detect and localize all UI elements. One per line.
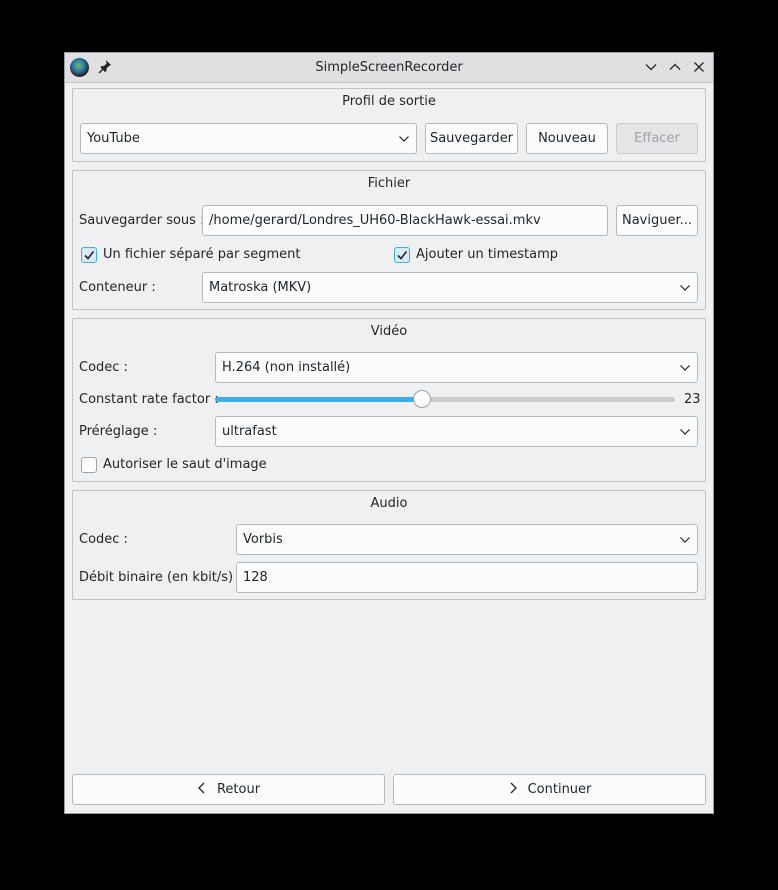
close-icon[interactable] <box>691 59 707 75</box>
back-button[interactable]: Retour <box>72 774 385 805</box>
separate-file-checkbox[interactable] <box>81 247 97 263</box>
timestamp-label: Ajouter un timestamp <box>416 247 559 262</box>
allow-frame-skip-label: Autoriser le saut d'image <box>103 457 267 472</box>
back-button-label: Retour <box>216 782 261 797</box>
video-codec-select[interactable]: H.264 (non installé) <box>215 352 698 383</box>
preset-select[interactable]: ultrafast <box>215 416 698 447</box>
audio-group: Audio Codec : Vorbis Débit binaire (en k… <box>72 490 706 600</box>
app-window: SimpleScreenRecorder Profil de sortie Yo… <box>64 52 714 814</box>
audio-codec-selected-value: Vorbis <box>243 532 283 547</box>
audio-title: Audio <box>370 496 408 511</box>
crf-slider-handle[interactable] <box>413 390 431 408</box>
profile-select[interactable]: YouTube <box>80 123 417 154</box>
timestamp-checkbox[interactable] <box>394 247 410 263</box>
chevron-down-icon <box>680 285 690 291</box>
checkmark-icon <box>84 251 95 260</box>
video-codec-label: Codec : <box>79 360 128 375</box>
crf-label: Constant rate factor : <box>79 392 219 407</box>
chevron-down-icon <box>680 429 690 435</box>
audio-codec-label: Codec : <box>79 532 128 547</box>
profile-selected-value: YouTube <box>87 131 140 146</box>
file-group: Fichier Sauvegarder sous : /home/gerard/… <box>72 170 706 310</box>
chevron-left-icon <box>198 782 205 794</box>
delete-profile-button[interactable]: Effacer <box>616 123 698 154</box>
crf-slider-fill <box>215 397 422 402</box>
chevron-down-icon <box>399 136 409 142</box>
preset-selected-value: ultrafast <box>222 424 277 439</box>
container-label: Conteneur : <box>79 280 156 295</box>
chevron-right-icon <box>510 782 517 794</box>
maximize-icon[interactable] <box>667 59 683 75</box>
video-group: Vidéo Codec : H.264 (non installé) Const… <box>72 318 706 482</box>
output-profile-group: Profil de sortie YouTube Sauvegarder Nou… <box>72 88 706 162</box>
separate-file-label: Un fichier séparé par segment <box>103 247 301 262</box>
window-title: SimpleScreenRecorder <box>315 60 463 75</box>
audio-codec-select[interactable]: Vorbis <box>236 524 698 555</box>
crf-value: 23 <box>684 392 701 407</box>
new-profile-button[interactable]: Nouveau <box>526 123 608 154</box>
continue-button-label: Continuer <box>527 782 592 797</box>
continue-button[interactable]: Continuer <box>393 774 706 805</box>
minimize-icon[interactable] <box>643 59 659 75</box>
container-select[interactable]: Matroska (MKV) <box>202 272 698 303</box>
allow-frame-skip-checkbox[interactable] <box>81 457 97 473</box>
title-bar[interactable]: SimpleScreenRecorder <box>65 53 713 83</box>
crf-slider[interactable] <box>215 389 675 409</box>
container-selected-value: Matroska (MKV) <box>209 280 312 295</box>
preset-label: Préréglage : <box>79 424 158 439</box>
output-profile-title: Profil de sortie <box>342 94 436 109</box>
chevron-down-icon <box>680 365 690 371</box>
save-profile-button[interactable]: Sauvegarder <box>425 123 518 154</box>
save-path-input[interactable]: /home/gerard/Londres_UH60-BlackHawk-essa… <box>202 205 608 236</box>
bitrate-label: Débit binaire (en kbit/s) : <box>79 570 242 585</box>
save-as-label: Sauvegarder sous : <box>79 213 205 228</box>
browse-button[interactable]: Naviguer... <box>616 205 698 236</box>
file-title: Fichier <box>367 176 411 191</box>
chevron-down-icon <box>680 537 690 543</box>
bitrate-input[interactable]: 128 <box>236 562 698 593</box>
video-codec-selected-value: H.264 (non installé) <box>222 360 351 375</box>
video-title: Vidéo <box>370 324 408 339</box>
checkmark-icon <box>397 251 408 260</box>
